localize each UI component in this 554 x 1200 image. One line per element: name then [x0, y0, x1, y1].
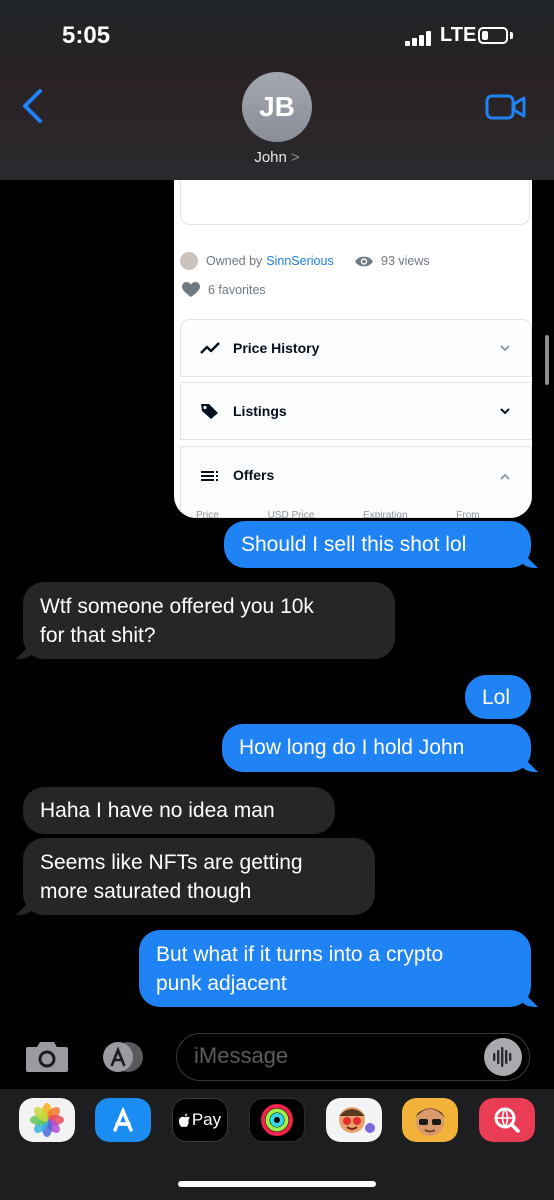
trending-line-icon: [200, 342, 220, 354]
panel-label: Listings: [233, 403, 287, 419]
contact-name: John: [254, 149, 287, 166]
cellular-signal-icon: [405, 30, 433, 46]
message-line: Seems like NFTs are getting: [40, 851, 303, 874]
chevron-up-icon: [500, 473, 510, 480]
owner-row: Owned by SinnSerious: [180, 252, 334, 270]
offers-table-header: Price USD Price Expiration From: [196, 510, 526, 518]
app-store-apps-icon[interactable]: [98, 1040, 150, 1074]
network-type: LTE: [440, 24, 477, 46]
activity-icon[interactable]: [249, 1098, 305, 1142]
favorites-row: 6 favorites: [182, 282, 266, 298]
message-text: Should I sell this shot lol: [241, 533, 467, 556]
message-line: Wtf someone offered you 10k: [40, 595, 314, 618]
tag-icon: [201, 404, 218, 419]
column-header: USD Price: [267, 510, 315, 518]
incoming-message[interactable]: Wtf someone offered you 10k for that shi…: [23, 582, 395, 659]
owner-prefix: Owned by: [206, 254, 263, 268]
status-time: 5:05: [62, 22, 111, 49]
shared-screenshot-image[interactable]: Owned by SinnSerious 93 views 6 favorite…: [174, 180, 532, 518]
message-text: Haha I have no idea man: [40, 799, 275, 822]
owner-name-link: SinnSerious: [266, 254, 334, 268]
incoming-message[interactable]: Haha I have no idea man: [23, 787, 335, 834]
message-line: But what if it turns into a crypto: [156, 943, 444, 966]
views-row: 93 views: [354, 254, 430, 268]
scroll-indicator[interactable]: [545, 335, 549, 385]
message-line: for that shit?: [40, 624, 156, 647]
apple-logo-icon: [178, 1113, 190, 1127]
column-header: Price: [196, 510, 219, 518]
outgoing-message[interactable]: Lol: [465, 675, 531, 719]
back-chevron-icon[interactable]: [20, 88, 46, 124]
incoming-message[interactable]: Seems like NFTs are getting more saturat…: [23, 838, 375, 915]
panel-label: Offers: [233, 467, 275, 483]
home-indicator[interactable]: [178, 1181, 376, 1187]
panel-offers: Offers: [180, 446, 532, 518]
favorites-count: 6 favorites: [208, 283, 266, 297]
photos-icon[interactable]: [19, 1098, 75, 1142]
contact-name-button[interactable]: John >: [0, 149, 554, 166]
message-line: more saturated though: [40, 880, 252, 903]
column-header: From: [456, 510, 480, 518]
panel-listings: Listings: [180, 382, 532, 440]
owner-avatar: [180, 252, 198, 270]
apple-pay-label: Pay: [191, 1110, 222, 1129]
views-count: 93 views: [381, 254, 430, 268]
column-header: Expiration: [363, 510, 408, 518]
apple-pay-icon[interactable]: Pay: [172, 1098, 228, 1142]
eye-icon: [355, 256, 373, 266]
message-text: How long do I hold John: [239, 736, 465, 759]
battery-icon: [478, 27, 508, 44]
web-search-icon[interactable]: [479, 1098, 535, 1142]
heart-icon: [182, 282, 200, 297]
outgoing-message[interactable]: How long do I hold John: [222, 724, 531, 772]
chevron-right-icon: >: [290, 149, 300, 166]
list-icon: [201, 471, 218, 481]
message-line: punk adjacent: [156, 972, 287, 995]
battery-tip: [510, 32, 513, 39]
memoji-stickers-icon[interactable]: [326, 1098, 382, 1142]
message-text: Lol: [482, 686, 511, 709]
camera-icon[interactable]: [24, 1038, 70, 1074]
audio-waveform-icon[interactable]: [484, 1038, 522, 1076]
facetime-video-icon[interactable]: [485, 93, 527, 121]
outgoing-message[interactable]: But what if it turns into a crypto punk …: [139, 930, 531, 1007]
contact-avatar[interactable]: JB: [242, 72, 312, 142]
panel-price-history: Price History: [180, 319, 532, 377]
message-input-placeholder: iMessage: [194, 1043, 289, 1068]
chevron-down-icon: [500, 408, 510, 415]
chevron-down-icon: [500, 345, 510, 352]
outgoing-message[interactable]: Should I sell this shot lol: [224, 521, 531, 568]
animoji-icon[interactable]: [402, 1098, 458, 1142]
description-box: [180, 180, 530, 225]
panel-label: Price History: [233, 340, 320, 356]
app-store-icon[interactable]: [95, 1098, 151, 1142]
conversation-header: 5:05 LTE JB John >: [0, 0, 554, 180]
